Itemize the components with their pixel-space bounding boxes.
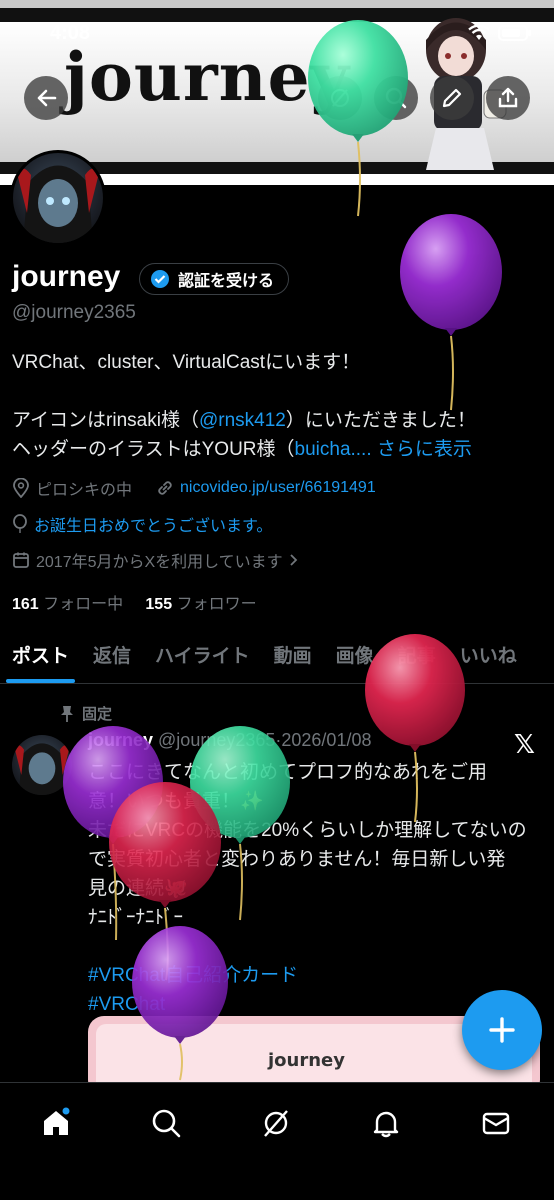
plus-icon xyxy=(489,1017,515,1043)
tab-posts[interactable]: ポスト xyxy=(0,630,81,683)
profile-meta-row: ピロシキの中 nicovideo.jp/user/66191491 xyxy=(12,476,376,500)
grok-button[interactable] xyxy=(318,76,362,120)
card-name: journey xyxy=(268,1050,345,1071)
search-icon xyxy=(385,87,407,109)
banner-title: journey xyxy=(64,38,350,116)
profile-bio: VRChat、cluster、VirtualCastにいます！ アイコンはrin… xyxy=(12,348,542,464)
nav-notifications[interactable] xyxy=(366,1103,406,1143)
mail-icon xyxy=(482,1112,510,1135)
home-icon xyxy=(44,1107,70,1135)
balloon-icon xyxy=(13,514,27,533)
birthday-text: お誕生日おめでとうございます。 xyxy=(34,518,273,535)
bio-line: ヘッダーのイラストはYOUR様（buicha.... さらに表示 xyxy=(12,439,472,460)
wifi-icon xyxy=(468,25,490,40)
link-icon xyxy=(158,481,172,495)
bottom-nav xyxy=(0,1082,554,1200)
profile-name: journey xyxy=(12,260,121,293)
search-icon xyxy=(152,1109,181,1138)
nav-grok[interactable] xyxy=(256,1103,296,1143)
tab-images[interactable]: 画像 xyxy=(324,630,386,678)
nav-search[interactable] xyxy=(146,1103,186,1143)
calendar-icon xyxy=(13,552,29,568)
hashtag-link[interactable]: #VRChat自己紹介カード xyxy=(88,961,540,990)
profile-avatar[interactable] xyxy=(10,150,106,246)
post-date: 2026/01/08 xyxy=(281,730,372,750)
following-link[interactable]: 161 フォロー中 xyxy=(12,596,123,613)
post-handle: @journey2365 xyxy=(158,730,276,750)
bio-line: アイコンはrinsaki様（@rnsk412）にいただきました！ xyxy=(12,410,476,431)
location-icon xyxy=(13,478,29,498)
status-icons xyxy=(468,24,532,42)
tab-articles[interactable]: 記事 xyxy=(386,630,448,678)
joined-text: 2017年5月からXを利用しています xyxy=(36,554,283,571)
verify-label: 認証を受ける xyxy=(178,271,275,290)
post-header: journey @journey2365·2026/01/08 xyxy=(88,730,372,750)
location-text: ピロシキの中 xyxy=(36,482,133,499)
search-button[interactable] xyxy=(374,76,418,120)
post-avatar[interactable] xyxy=(12,735,72,795)
grok-icon xyxy=(331,89,349,107)
post-avatar-image xyxy=(14,743,70,795)
bio-line: VRChat、cluster、VirtualCastにいます！ xyxy=(12,352,361,373)
pin-icon xyxy=(61,705,73,722)
website-link[interactable]: nicovideo.jp/user/66191491 xyxy=(180,479,376,497)
nav-messages[interactable] xyxy=(476,1103,516,1143)
tab-highlights[interactable]: ハイライト xyxy=(143,630,262,678)
x-logo-icon[interactable]: 𝕏 xyxy=(514,730,535,760)
pencil-icon xyxy=(442,88,462,108)
post-author[interactable]: journey xyxy=(88,730,153,750)
compose-button[interactable] xyxy=(462,990,542,1070)
back-button[interactable] xyxy=(24,76,68,120)
verify-button[interactable]: 認証を受ける xyxy=(139,263,290,295)
chevron-right-icon xyxy=(290,554,297,566)
share-button[interactable] xyxy=(486,76,530,120)
followers-link[interactable]: 155 フォロワー xyxy=(145,596,256,613)
joined-row[interactable]: 2017年5月からXを利用しています xyxy=(12,548,299,572)
post-text: ここにきてなんと初めてプロフ的なあれをご用 意！いつも貴重！✨ 未だにVRCの機… xyxy=(88,758,540,1019)
profile-handle: @journey2365 xyxy=(12,302,136,323)
nav-home[interactable] xyxy=(36,1103,76,1143)
rinsaki-link[interactable]: @rnsk412 xyxy=(199,410,286,431)
buicha-link[interactable]: buicha.... xyxy=(295,439,372,460)
show-more-link[interactable]: さらに表示 xyxy=(377,439,472,460)
tab-videos[interactable]: 動画 xyxy=(262,630,324,678)
status-time: 4:08 xyxy=(50,22,91,44)
verified-badge-icon xyxy=(151,270,169,288)
pinned-label: 固定 xyxy=(82,705,113,723)
tab-replies[interactable]: 返信 xyxy=(81,630,143,678)
profile-tabs: ポスト 返信 ハイライト 動画 画像 記事 いいね xyxy=(0,630,554,684)
grok-icon xyxy=(264,1110,288,1137)
edit-button[interactable] xyxy=(430,76,474,120)
battery-icon xyxy=(498,25,531,41)
follow-counts: 161 フォロー中 155 フォロワー xyxy=(12,590,257,614)
share-icon xyxy=(498,87,518,108)
birthday-row: お誕生日おめでとうございます。 xyxy=(12,512,272,536)
arrow-left-icon xyxy=(37,89,57,107)
tab-likes[interactable]: いいね xyxy=(448,630,529,678)
pinned-indicator: 固定 xyxy=(60,703,112,724)
bell-icon xyxy=(373,1111,399,1138)
avatar-image xyxy=(17,165,99,243)
